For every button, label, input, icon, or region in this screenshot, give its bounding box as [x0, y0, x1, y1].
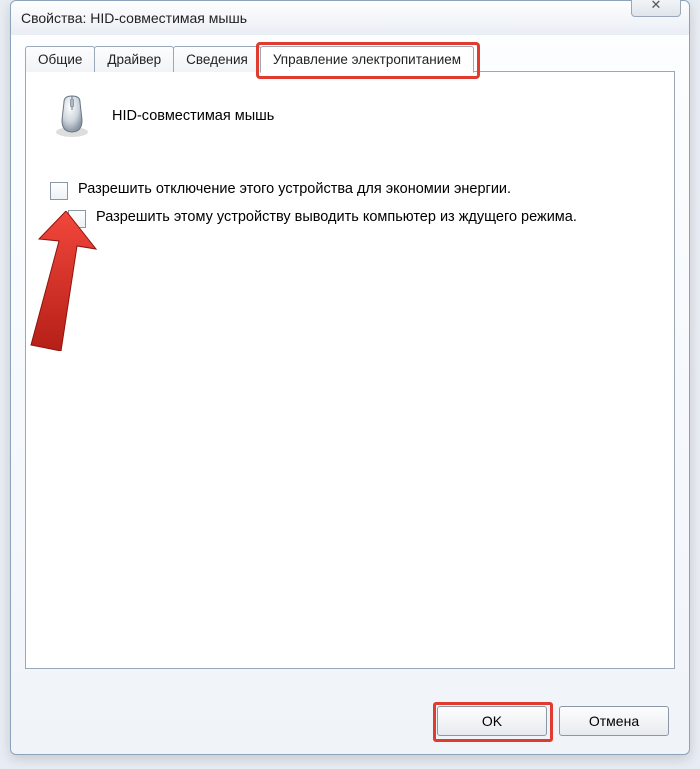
titlebar[interactable]: Свойства: HID-совместимая мышь ✕	[11, 1, 689, 35]
close-icon: ✕	[651, 0, 662, 13]
tab-driver[interactable]: Драйвер	[94, 46, 174, 72]
mouse-icon	[48, 92, 96, 140]
checkbox-label-allow-wake: Разрешить этому устройству выводить комп…	[96, 208, 577, 228]
dialog-buttons: OK Отмена	[437, 706, 669, 736]
checkbox-allow-power-off[interactable]	[50, 182, 68, 200]
checkbox-allow-wake[interactable]	[68, 210, 86, 228]
device-name: HID-совместимая мышь	[112, 108, 274, 124]
close-button[interactable]: ✕	[631, 0, 681, 17]
checkbox-label-allow-power-off: Разрешить отключение этого устройства дл…	[78, 180, 511, 200]
ok-button[interactable]: OK	[437, 706, 547, 736]
tab-panel: HID-совместимая мышь Разрешить отключени…	[25, 71, 675, 669]
cancel-button[interactable]: Отмена	[559, 706, 669, 736]
tab-general[interactable]: Общие	[25, 46, 95, 72]
properties-dialog: Свойства: HID-совместимая мышь ✕ Общие Д…	[10, 0, 690, 755]
tab-strip: Общие Драйвер Сведения Управление электр…	[25, 45, 675, 72]
checkbox-row-power-off: Разрешить отключение этого устройства дл…	[50, 180, 652, 200]
checkbox-row-allow-wake: Разрешить этому устройству выводить комп…	[68, 208, 652, 228]
window-title: Свойства: HID-совместимая мышь	[21, 10, 679, 26]
tab-power-management[interactable]: Управление электропитанием	[260, 46, 474, 73]
dialog-content: Общие Драйвер Сведения Управление электр…	[11, 35, 689, 684]
tab-details[interactable]: Сведения	[173, 46, 261, 72]
device-header: HID-совместимая мышь	[48, 92, 652, 140]
